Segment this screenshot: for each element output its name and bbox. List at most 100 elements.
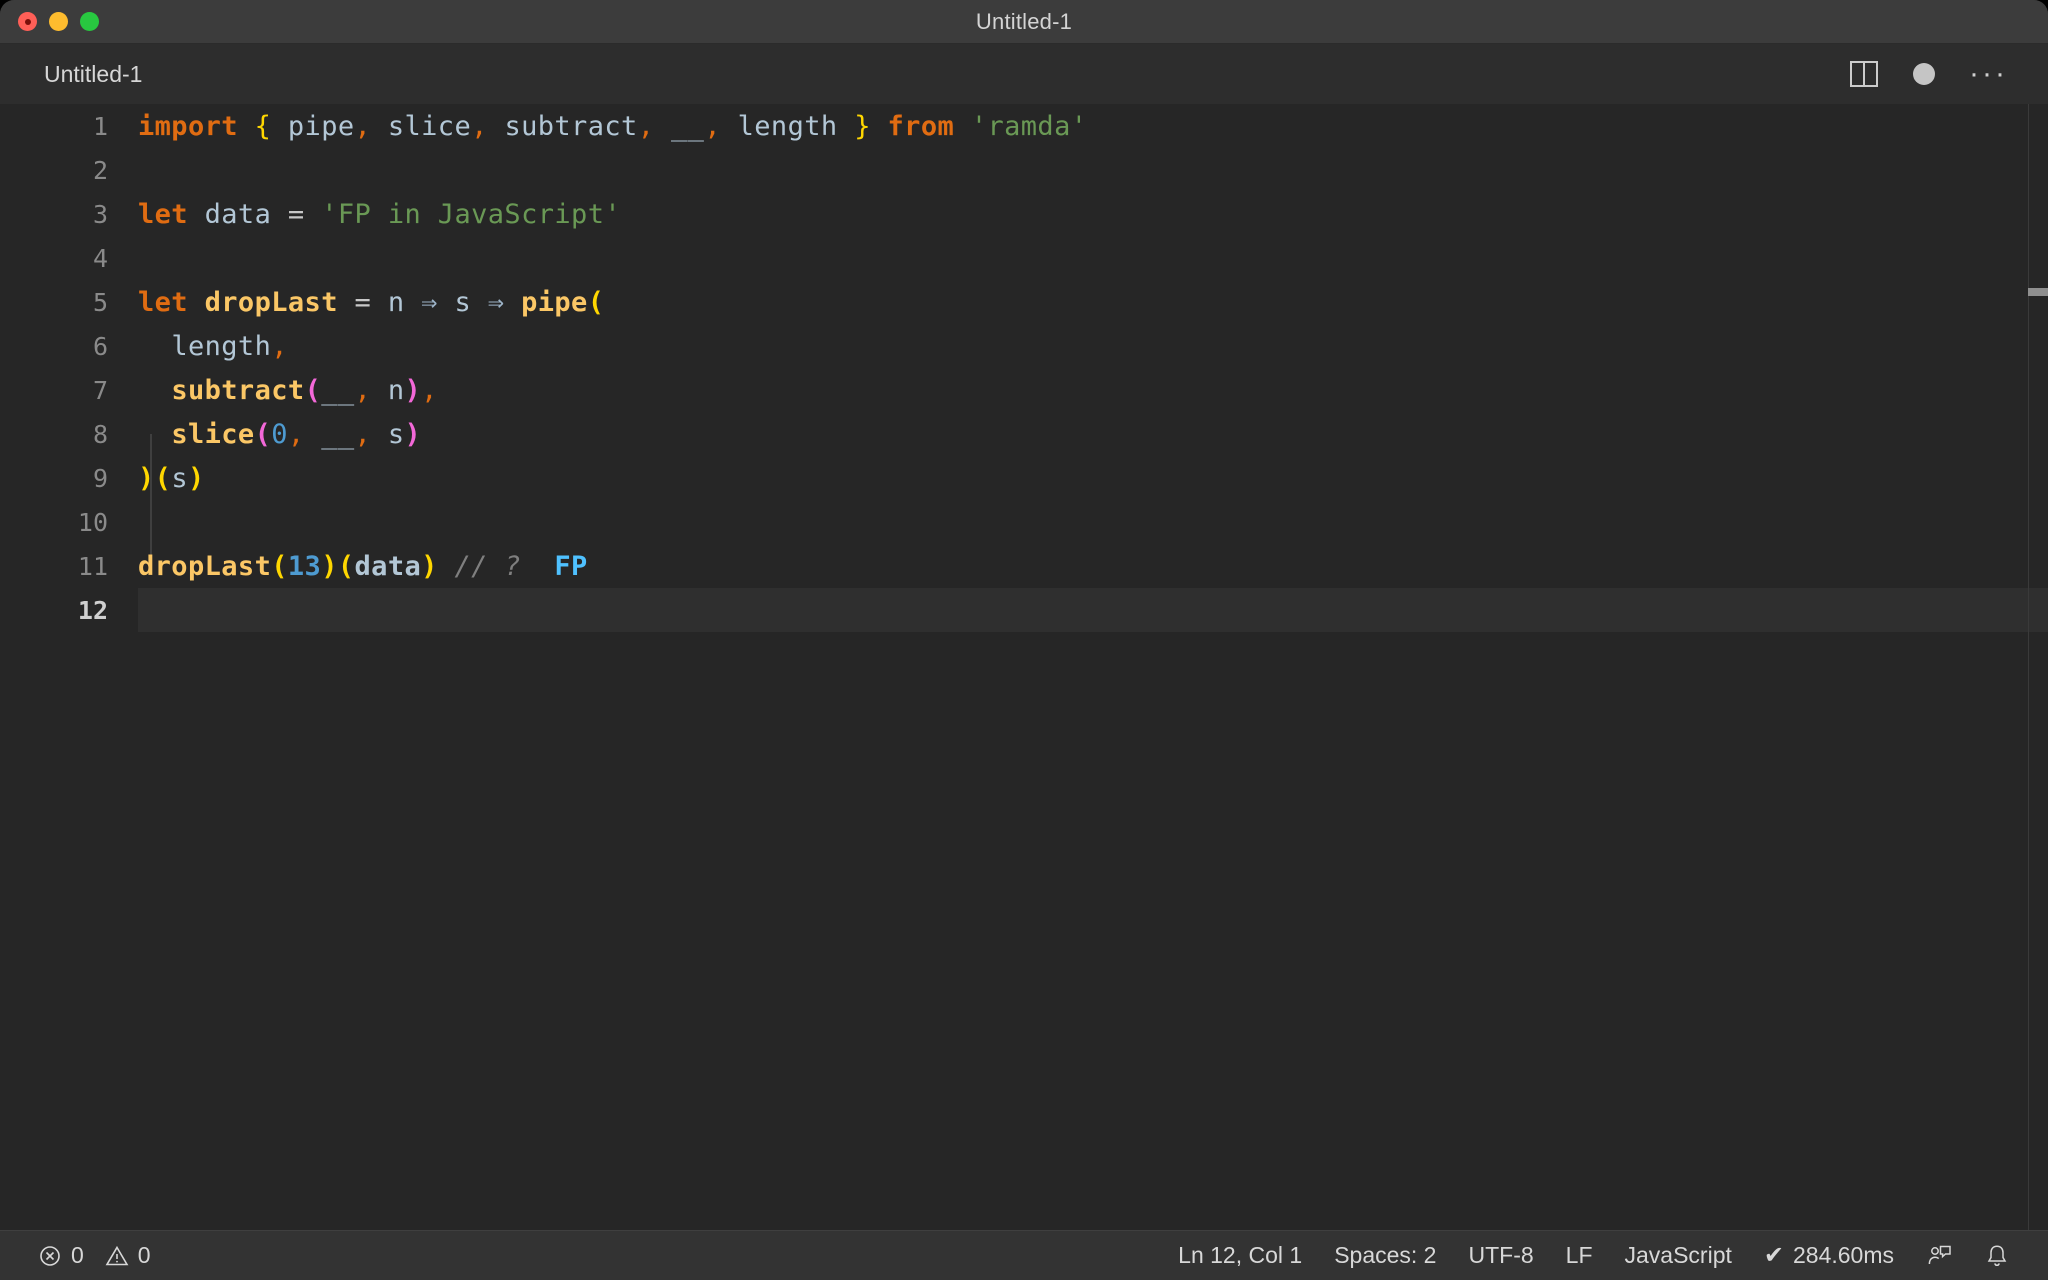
- split-editor-icon[interactable]: [1849, 60, 1879, 88]
- traffic-lights: [0, 12, 99, 31]
- tab-untitled-1[interactable]: Untitled-1: [0, 44, 169, 104]
- line-number[interactable]: 7: [0, 368, 138, 412]
- error-count: 0: [71, 1242, 84, 1268]
- token-paren: ): [321, 550, 338, 582]
- line-content: subtract(__, n),: [171, 374, 438, 406]
- token-identifier: s: [387, 418, 405, 450]
- line-content: [138, 588, 2048, 632]
- code-editor[interactable]: 1 import { pipe, slice, subtract, __, le…: [0, 104, 2048, 1230]
- token-identifier: length: [737, 110, 838, 142]
- status-eol[interactable]: LF: [1550, 1242, 1609, 1269]
- status-quokka-timing[interactable]: ✔ 284.60ms: [1748, 1241, 1910, 1270]
- warning-triangle-icon: [105, 1244, 129, 1268]
- token-keyword: let: [138, 286, 188, 318]
- token-brace: {: [254, 110, 272, 142]
- token-identifier: slice: [387, 110, 472, 142]
- line-number[interactable]: 5: [0, 280, 138, 324]
- window-title: Untitled-1: [975, 8, 1073, 34]
- token-paren: ): [404, 374, 422, 406]
- line-number[interactable]: 11: [0, 544, 138, 588]
- line-content: [138, 236, 2048, 280]
- token-identifier: s: [171, 462, 188, 494]
- token-identifier: data: [204, 198, 272, 230]
- token-function-call: pipe: [521, 286, 588, 318]
- line-number[interactable]: 4: [0, 236, 138, 280]
- token-paren: (: [304, 374, 322, 406]
- check-icon: ✔: [1763, 1242, 1784, 1269]
- editor-line-current: 12: [0, 588, 2048, 632]
- editor-line: 4: [0, 236, 2048, 280]
- line-number[interactable]: 3: [0, 192, 138, 236]
- editor-line: 7 subtract(__, n),: [0, 368, 2048, 412]
- token-identifier: __: [671, 110, 705, 142]
- line-number[interactable]: 9: [0, 456, 138, 500]
- token-identifier: subtract: [504, 110, 638, 142]
- token-identifier: length: [171, 330, 272, 362]
- token-function-name: dropLast: [204, 286, 338, 318]
- token-comment: // ?: [454, 550, 522, 582]
- bell-icon: [1984, 1243, 2010, 1269]
- status-indentation[interactable]: Spaces: 2: [1318, 1242, 1452, 1269]
- status-cursor-position[interactable]: Ln 12, Col 1: [1162, 1242, 1318, 1269]
- feedback-person-icon: [1926, 1243, 1952, 1269]
- error-circle-icon: [38, 1244, 62, 1268]
- status-problems[interactable]: 0 0: [22, 1242, 167, 1269]
- token-identifier: data: [354, 550, 422, 582]
- line-number[interactable]: 10: [0, 500, 138, 544]
- line-content: slice(0, __, s): [171, 418, 422, 450]
- token-param: n: [387, 286, 405, 318]
- token-number: 13: [287, 550, 322, 582]
- token-arrow: ⇒: [421, 286, 438, 318]
- editor-line: 9 )(s): [0, 456, 2048, 500]
- token-keyword: from: [887, 110, 955, 142]
- line-content: [138, 500, 2048, 544]
- status-encoding[interactable]: UTF-8: [1452, 1242, 1549, 1269]
- editor-line: 2: [0, 148, 2048, 192]
- token-string: 'ramda': [970, 110, 1088, 142]
- status-notifications[interactable]: [1968, 1243, 2026, 1269]
- token-paren: (: [587, 286, 605, 318]
- editor-line: 6 length,: [0, 324, 2048, 368]
- token-keyword: let: [138, 198, 188, 230]
- editor-line: 11 dropLast(13)(data) // ? FP: [0, 544, 2048, 588]
- minimize-window-button[interactable]: [49, 12, 68, 31]
- token-paren: (: [154, 462, 172, 494]
- line-number[interactable]: 8: [0, 412, 138, 456]
- more-actions-icon[interactable]: ···: [1969, 59, 2008, 89]
- token-arrow: ⇒: [487, 286, 505, 318]
- token-function-call: slice: [171, 418, 255, 450]
- quokka-time-label: 284.60ms: [1792, 1242, 1894, 1268]
- scrollbar-thumb[interactable]: [2028, 288, 2048, 296]
- editor-actions: ···: [1849, 44, 2048, 104]
- token-keyword: import: [138, 110, 238, 142]
- line-number[interactable]: 1: [0, 104, 138, 148]
- token-identifier: __: [321, 374, 355, 406]
- line-content: let data = 'FP in JavaScript': [138, 192, 2048, 236]
- line-number[interactable]: 6: [0, 324, 138, 368]
- status-feedback[interactable]: [1910, 1243, 1968, 1269]
- line-number[interactable]: 2: [0, 148, 138, 192]
- close-window-button[interactable]: [18, 12, 37, 31]
- token-paren: (: [337, 550, 355, 582]
- token-paren: ): [187, 462, 205, 494]
- token-operator: =: [287, 198, 305, 230]
- unsaved-changes-dot-icon[interactable]: [1913, 63, 1936, 85]
- line-content: length,: [171, 330, 288, 362]
- token-paren: ): [404, 418, 422, 450]
- editor-scrollbar[interactable]: [2028, 104, 2048, 1230]
- token-identifier: n: [387, 374, 405, 406]
- editor-line: 10: [0, 500, 2048, 544]
- maximize-window-button[interactable]: [80, 12, 99, 31]
- line-content: dropLast(13)(data) // ? FP: [138, 544, 2048, 588]
- line-content: let dropLast = n ⇒ s ⇒ pipe(: [138, 286, 605, 318]
- status-language-mode[interactable]: JavaScript: [1609, 1242, 1748, 1269]
- title-bar: Untitled-1: [0, 0, 2048, 44]
- token-paren: ): [138, 462, 155, 494]
- line-content: import { pipe, slice, subtract, __, leng…: [138, 110, 1088, 142]
- editor-line: 1 import { pipe, slice, subtract, __, le…: [0, 104, 2048, 148]
- status-bar: 0 0 Ln 12, Col 1 Spaces: 2 UTF-8 LF Java…: [0, 1230, 2048, 1280]
- line-number-current[interactable]: 12: [0, 588, 138, 632]
- token-paren: (: [271, 550, 288, 582]
- token-brace: }: [854, 110, 871, 142]
- token-function-call: dropLast: [138, 550, 272, 582]
